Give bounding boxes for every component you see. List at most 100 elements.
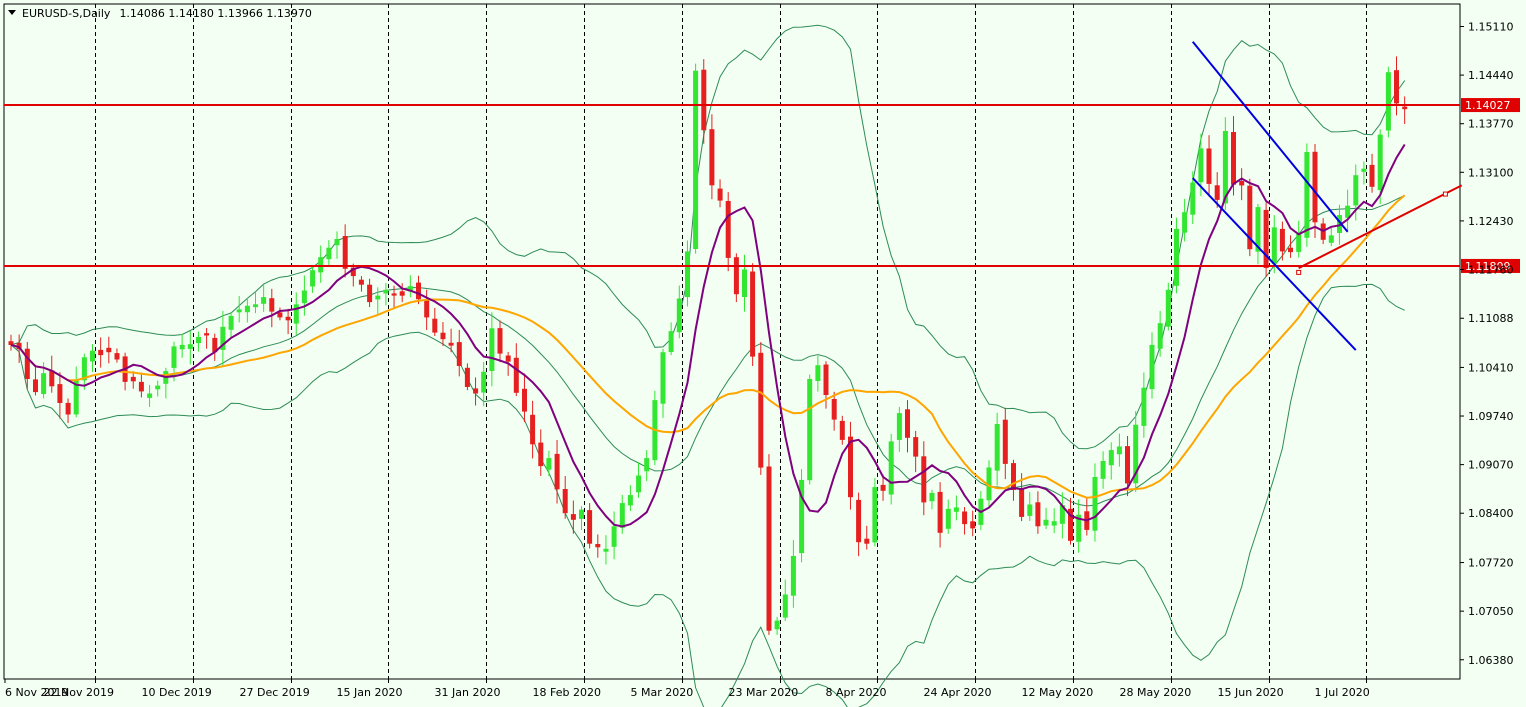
x-tick-label: 24 Apr 2020 — [924, 686, 992, 699]
candle-body — [750, 271, 756, 357]
candle-body — [831, 399, 837, 420]
candle-body — [57, 384, 63, 403]
candle-body — [587, 510, 593, 544]
candle-body — [676, 298, 682, 333]
x-tick-label: 5 Mar 2020 — [631, 686, 694, 699]
candle-body — [1296, 234, 1302, 252]
candle-body — [880, 484, 886, 491]
y-tick-label: 1.07720 — [1468, 557, 1514, 570]
candle-body — [342, 236, 348, 269]
candle-body — [685, 251, 690, 297]
bear-candle — [1247, 178, 1253, 257]
price-tag-label: 1.14027 — [1465, 99, 1511, 112]
candle-body — [709, 129, 715, 186]
candle-body — [179, 344, 185, 350]
bull-candle — [799, 469, 805, 563]
y-tick-label: 1.06380 — [1468, 654, 1514, 667]
candle-body — [244, 305, 250, 313]
candle-body — [464, 367, 470, 387]
candle-body — [937, 491, 943, 533]
bear-candle — [766, 454, 772, 635]
candle-body — [758, 352, 764, 468]
candle-body — [1157, 323, 1163, 349]
y-tick-label: 1.14440 — [1468, 69, 1514, 82]
y-tick-label: 1.09070 — [1468, 459, 1514, 472]
candle-body — [301, 290, 307, 304]
candle-body — [815, 365, 821, 381]
candle-body — [579, 509, 584, 519]
bear-candle — [750, 263, 756, 367]
candle-body — [644, 458, 650, 472]
candle-body — [994, 424, 1000, 471]
candle-body — [929, 492, 935, 502]
candle-body — [1206, 148, 1212, 184]
candle-body — [1402, 106, 1408, 110]
candle-body — [636, 475, 642, 493]
candle-body — [90, 350, 95, 362]
candle-body — [1369, 164, 1375, 187]
symbol-label: EURUSD-S,Daily — [22, 7, 111, 20]
x-tick-label: 28 May 2020 — [1120, 686, 1192, 699]
bear-candle — [758, 342, 764, 475]
candle-body — [701, 69, 707, 131]
candle-body — [1231, 132, 1236, 185]
candle-body — [65, 402, 71, 415]
bull-candle — [1385, 66, 1391, 138]
candle-body — [367, 284, 373, 303]
trend-anchor[interactable] — [1442, 191, 1448, 197]
candle-body — [1312, 151, 1318, 223]
x-tick-label: 22 Nov 2019 — [44, 686, 114, 699]
y-tick-label: 1.12430 — [1468, 215, 1514, 228]
candle-body — [1271, 227, 1277, 264]
candle-body — [1394, 70, 1399, 104]
candle-body — [358, 279, 364, 285]
candle-body — [505, 355, 511, 362]
candle-body — [823, 364, 829, 395]
candle-body — [562, 489, 568, 514]
candle-body — [1116, 446, 1122, 455]
x-tick-label: 31 Jan 2020 — [435, 686, 501, 699]
candle-body — [962, 511, 968, 525]
candle-body — [326, 247, 332, 260]
candle-body — [864, 538, 870, 544]
y-tick-label: 1.08400 — [1468, 507, 1514, 520]
price-axis: 1.15110 1.14440 1.13770 1.13100 1.12430 1.117… — [1460, 21, 1514, 667]
candle-body — [1051, 521, 1057, 526]
bull-candle — [693, 63, 699, 254]
candle-body — [1043, 519, 1049, 526]
candle-body — [424, 299, 430, 318]
candle-body — [399, 291, 405, 296]
candle-body — [1092, 477, 1098, 531]
chart-header: EURUSD-S,Daily 1.14086 1.14180 1.13966 1.… — [8, 7, 312, 20]
y-tick-label: 1.13100 — [1468, 166, 1514, 179]
candle-body — [1353, 175, 1359, 206]
candle-body — [440, 332, 446, 340]
candle-body — [1279, 228, 1285, 252]
candle-body — [790, 556, 796, 596]
candle-body — [481, 371, 487, 393]
candle-body — [921, 456, 927, 503]
candle-body — [766, 466, 772, 631]
candle-body — [693, 70, 699, 249]
candle-body — [147, 393, 153, 398]
candle-body — [1214, 185, 1220, 200]
candle-body — [668, 331, 674, 352]
x-tick-label: 8 Apr 2020 — [826, 686, 887, 699]
candle-body — [41, 373, 47, 394]
candle-body — [391, 293, 397, 296]
candle-body — [1174, 228, 1179, 286]
candle-body — [546, 458, 552, 470]
candle-body — [1100, 461, 1106, 479]
price-chart[interactable]: 1.140271.11809 1.151101.144401.137701.13… — [0, 0, 1526, 707]
candle-body — [725, 201, 731, 258]
trend-anchor[interactable] — [1296, 269, 1302, 275]
candle-body — [896, 413, 902, 440]
bull-candle — [888, 433, 894, 505]
svg-text:EURUSD-S,Daily1.14086 1.14180: EURUSD-S,Daily 1.14086 1.14180 1.13966 1.… — [22, 7, 312, 20]
candle-body — [1165, 289, 1171, 327]
candle-body — [24, 348, 30, 379]
candle-body — [318, 257, 324, 273]
candle-body — [138, 381, 144, 392]
y-tick-label: 1.07050 — [1468, 605, 1514, 618]
ohlc-values: 1.14086 1.14180 1.13966 1.13970 — [119, 7, 311, 20]
